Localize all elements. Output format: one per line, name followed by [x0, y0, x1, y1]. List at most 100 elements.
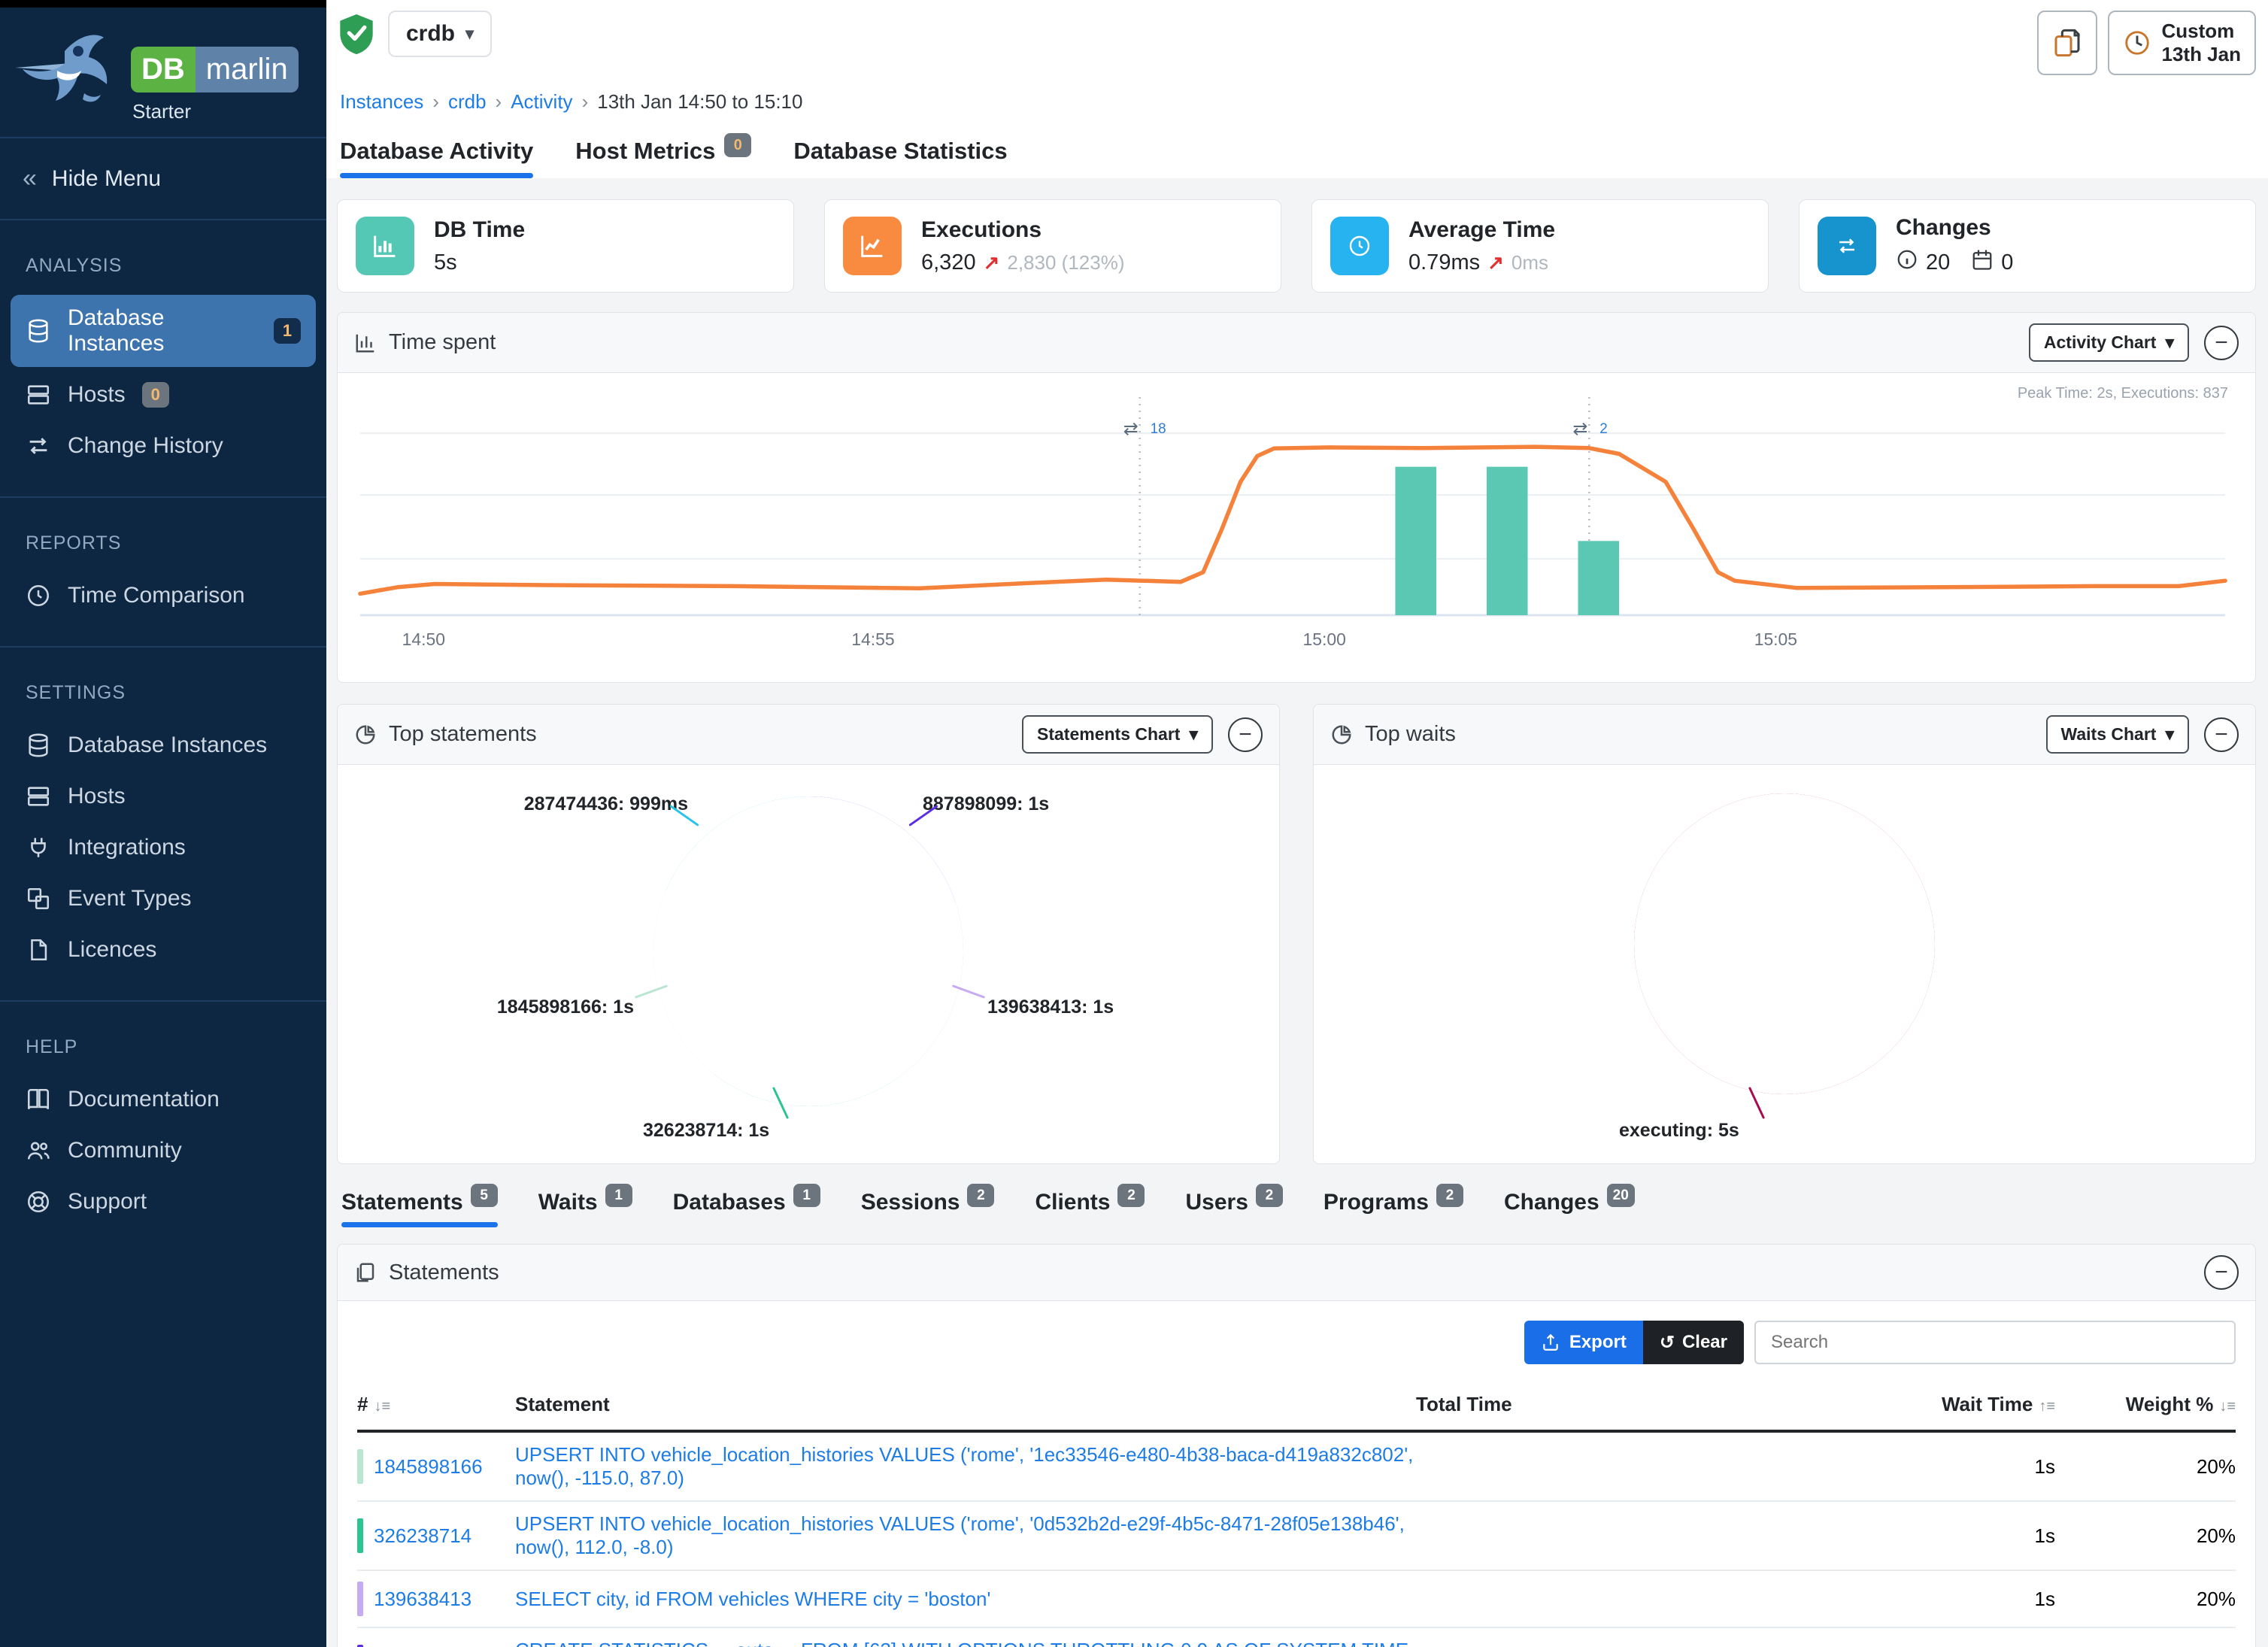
activity-chart-label: Activity Chart — [2044, 332, 2157, 353]
pie-chart-icon — [354, 723, 377, 746]
count-badge: 5 — [471, 1184, 498, 1207]
sidebar-item-integrations[interactable]: Integrations — [11, 824, 316, 871]
top-statements-panel: Top statements Statements Chart ▾ − 8878… — [337, 704, 1280, 1164]
table-row[interactable]: 139638413 SELECT city, id FROM vehicles W… — [357, 1571, 2236, 1628]
search-input[interactable] — [1754, 1321, 2236, 1364]
brand-logo[interactable]: DB marlin Starter — [0, 8, 326, 137]
tab-waits[interactable]: Waits1 — [538, 1190, 632, 1227]
metric-title: Average Time — [1408, 217, 1555, 243]
export-button[interactable]: Export — [1524, 1321, 1643, 1364]
linechart-icon — [843, 217, 902, 275]
statement-sql-link[interactable]: UPSERT INTO vehicle_location_histories V… — [515, 1512, 1405, 1558]
table-row[interactable]: 1845898166 UPSERT INTO vehicle_location_h… — [357, 1433, 2236, 1502]
breadcrumb-link[interactable]: Activity — [511, 90, 572, 114]
sidebar-item-change-history[interactable]: Change History — [11, 423, 316, 469]
breadcrumb-current: 13th Jan 14:50 to 15:10 — [597, 90, 802, 114]
time-range-button[interactable]: Custom 13th Jan — [2108, 11, 2257, 75]
activity-chart-dropdown[interactable]: Activity Chart ▾ — [2029, 323, 2189, 362]
tab-clients[interactable]: Clients2 — [1035, 1190, 1145, 1227]
tab-sessions[interactable]: Sessions2 — [861, 1190, 995, 1227]
tab-programs[interactable]: Programs2 — [1324, 1190, 1463, 1227]
metric-card-executions: Executions6,320↗2,830 (123%) — [824, 199, 1281, 293]
tab-statements[interactable]: Statements5 — [341, 1190, 498, 1227]
collapse-panel-button[interactable]: − — [2204, 326, 2239, 360]
svg-text:18: 18 — [1151, 421, 1166, 437]
col-number[interactable]: #↓≡ — [357, 1393, 515, 1416]
brand-wordmark: DB marlin Starter — [131, 47, 299, 123]
time-spent-chart[interactable]: Peak Time: 2s, Executions: 837 ⇄18⇄214:5… — [338, 373, 2255, 682]
metric-card-db-time: DB Time5s — [337, 199, 794, 293]
metric-card-changes: Changes200 — [1799, 199, 2256, 293]
table-row[interactable]: 887898099CREATE STATISTICS __auto__ FROM… — [357, 1628, 2236, 1647]
donut-ring[interactable] — [653, 796, 963, 1106]
statement-sql-link[interactable]: SELECT city, id FROM vehicles WHERE city… — [515, 1588, 990, 1610]
donut-label-887898099: 887898099: 1s — [923, 793, 1049, 815]
metric-delta: 2,830 (123%) — [1007, 251, 1124, 274]
count-badge: 1 — [793, 1184, 820, 1207]
clear-button[interactable]: ↺ Clear — [1643, 1321, 1744, 1364]
breadcrumb-link[interactable]: Instances — [340, 90, 423, 114]
metric-cards: DB Time5s Executions6,320↗2,830 (123%) Ave… — [337, 199, 2256, 293]
statement-sql-link[interactable]: UPSERT INTO vehicle_location_histories V… — [515, 1443, 1413, 1489]
sidebar-section-title: REPORTS — [0, 519, 326, 568]
sidebar-item-licences[interactable]: Licences — [11, 927, 316, 973]
sidebar-section-reports: REPORTSTime Comparison — [0, 498, 326, 646]
svg-text:⇄: ⇄ — [1123, 419, 1139, 439]
sidebar-item-support[interactable]: Support — [11, 1178, 316, 1225]
tab-label: Programs — [1324, 1190, 1429, 1215]
sidebar-item-label: Database Instances — [68, 305, 257, 356]
statement-id-link[interactable]: 1845898166 — [374, 1455, 483, 1479]
tab-host-metrics[interactable]: Host Metrics0 — [575, 138, 751, 178]
count-badge: 20 — [1607, 1184, 1635, 1207]
col-wait-time[interactable]: Wait Time↑≡ — [1732, 1393, 2055, 1416]
collapse-panel-button[interactable]: − — [2204, 717, 2239, 752]
server-icon — [26, 784, 51, 809]
top-statements-donut[interactable]: 887898099: 1s139638413: 1s326238714: 1s1… — [338, 765, 1279, 1163]
collapse-panel-button[interactable]: − — [2204, 1255, 2239, 1290]
collapse-panel-button[interactable]: − — [1228, 717, 1263, 752]
table-row[interactable]: 326238714 UPSERT INTO vehicle_location_hi… — [357, 1502, 2236, 1571]
brand-marlin: marlin — [196, 47, 299, 93]
sidebar-item-database-instances[interactable]: Database Instances — [11, 722, 316, 769]
copy-link-button[interactable] — [2037, 11, 2097, 75]
tab-changes[interactable]: Changes20 — [1504, 1190, 1635, 1227]
table-toolbar: Export ↺ Clear — [338, 1301, 2255, 1372]
col-total-time[interactable]: Total Time — [1416, 1393, 1732, 1416]
donut-ring[interactable] — [1634, 793, 1935, 1094]
metric-title: Executions — [921, 217, 1124, 243]
app-root: DB marlin Starter « Hide Menu ANALYSISDa… — [0, 0, 2268, 1647]
statements-chart-dropdown[interactable]: Statements Chart ▾ — [1022, 715, 1213, 754]
breadcrumb-link[interactable]: crdb — [448, 90, 487, 114]
tab-database-statistics[interactable]: Database Statistics — [793, 138, 1007, 178]
sidebar-item-time-comparison[interactable]: Time Comparison — [11, 572, 316, 619]
sidebar-item-documentation[interactable]: Documentation — [11, 1076, 316, 1123]
sidebar-item-hosts[interactable]: Hosts — [11, 773, 316, 820]
top-waits-panel: Top waits Waits Chart ▾ − executing: 5s — [1313, 704, 2256, 1164]
hide-menu-button[interactable]: « Hide Menu — [0, 138, 326, 219]
count-badge: 0 — [724, 133, 751, 157]
info-count: 20 — [1926, 250, 1950, 275]
peak-annotation: Peak Time: 2s, Executions: 837 — [2018, 385, 2228, 402]
sidebar-item-community[interactable]: Community — [11, 1127, 316, 1174]
time-spent-panel: Time spent Activity Chart ▾ − Peak Time:… — [337, 312, 2256, 683]
metric-value: 5s — [434, 250, 457, 275]
wait-time-value: 1s — [1732, 1524, 2055, 1548]
statement-sql-link[interactable]: CREATE STATISTICS __auto__ FROM [63] WIT… — [515, 1639, 1408, 1647]
sidebar-section-analysis: ANALYSISDatabase Instances1Hosts0Change … — [0, 220, 326, 496]
tab-users[interactable]: Users2 — [1185, 1190, 1282, 1227]
top-waits-donut[interactable]: executing: 5s — [1314, 765, 2255, 1163]
instance-selector[interactable]: crdb ▾ — [388, 11, 492, 57]
sidebar-item-event-types[interactable]: Event Types — [11, 875, 316, 922]
col-weight[interactable]: Weight %↓≡ — [2055, 1393, 2236, 1416]
waits-chart-dropdown[interactable]: Waits Chart ▾ — [2046, 715, 2190, 754]
col-statement[interactable]: Statement — [515, 1393, 1416, 1416]
tab-database-activity[interactable]: Database Activity — [340, 138, 533, 178]
tab-databases[interactable]: Databases1 — [673, 1190, 820, 1227]
svg-text:2: 2 — [1599, 421, 1608, 437]
brand-tier: Starter — [132, 100, 299, 123]
statement-id-link[interactable]: 326238714 — [374, 1524, 471, 1548]
statement-id-link[interactable]: 139638413 — [374, 1588, 471, 1611]
sidebar-item-hosts[interactable]: Hosts0 — [11, 372, 316, 418]
sidebar-item-database-instances[interactable]: Database Instances1 — [11, 295, 316, 367]
statement-color-bar — [357, 1518, 363, 1553]
